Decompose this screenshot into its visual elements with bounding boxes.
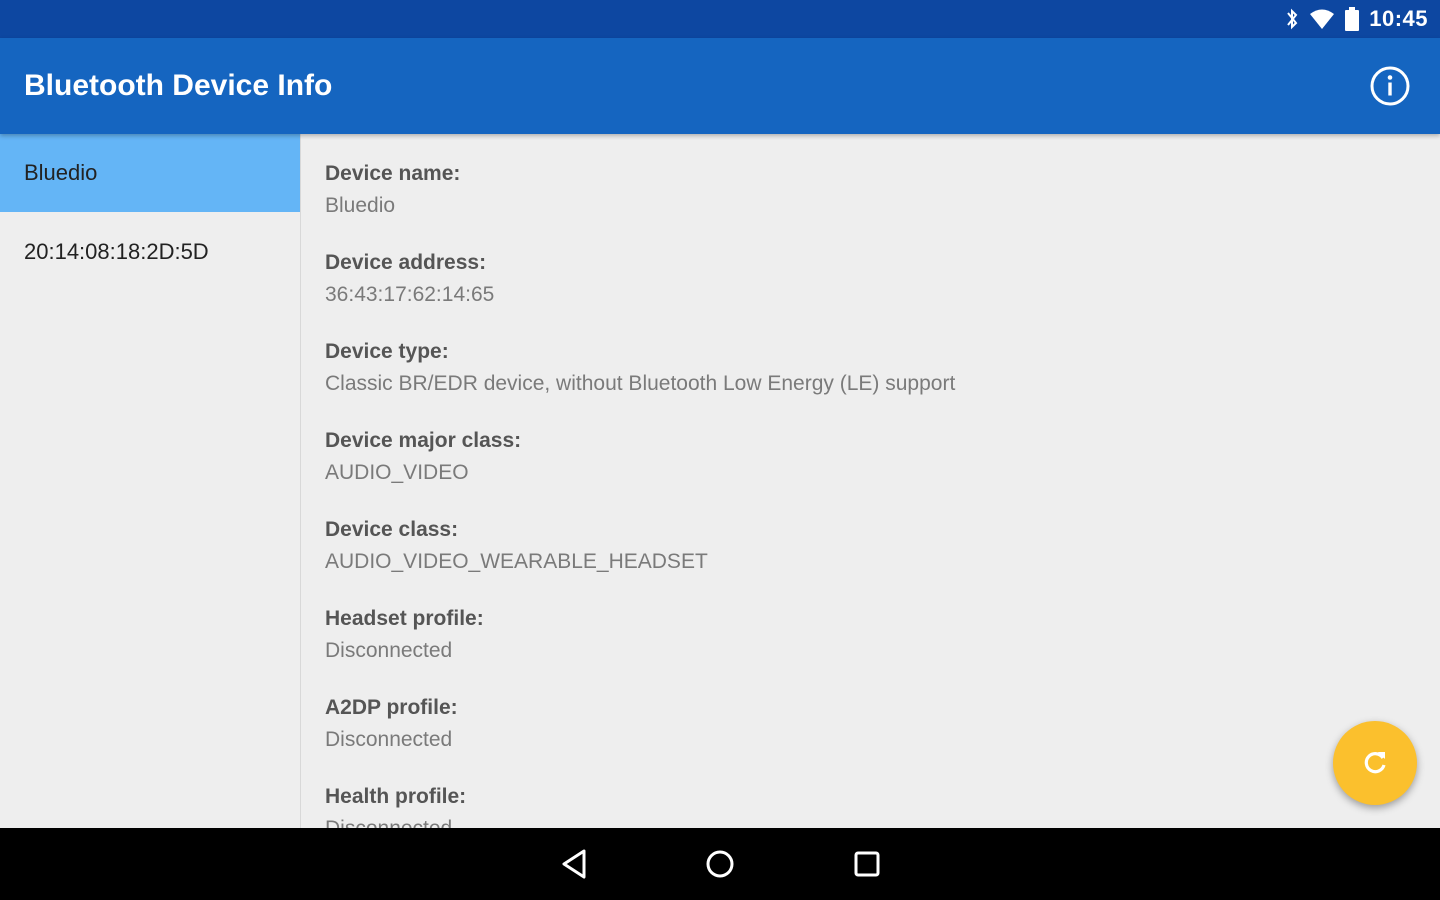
refresh-icon — [1364, 752, 1386, 774]
device-details: Device name: Bluedio Device address: 36:… — [301, 134, 1440, 828]
detail-device-major-class: Device major class: AUDIO_VIDEO — [325, 425, 521, 489]
detail-label: Health profile: — [325, 785, 467, 808]
detail-value: AUDIO_VIDEO_WEARABLE_HEADSET — [325, 550, 708, 573]
home-icon — [706, 850, 734, 878]
refresh-button[interactable] — [1333, 721, 1417, 805]
detail-value: 36:43:17:62:14:65 — [325, 283, 495, 306]
detail-value: Disconnected — [325, 813, 466, 828]
detail-label: Device address: — [325, 251, 487, 274]
detail-headset-profile: Headset profile: Disconnected — [325, 603, 484, 667]
detail-label: Headset profile: — [325, 607, 484, 630]
app-bar: Bluetooth Device Info — [0, 38, 1440, 134]
device-list-item-label: Bluedio — [24, 160, 98, 185]
device-list-item-address[interactable]: 20:14:08:18:2D:5D — [0, 212, 300, 292]
detail-value: Bluedio — [325, 194, 396, 217]
detail-health-profile: Health profile: Disconnected — [325, 781, 466, 828]
app-title: Bluetooth Device Info — [24, 69, 333, 102]
back-button[interactable] — [557, 846, 593, 882]
bluetooth-icon — [1287, 8, 1298, 30]
recents-icon — [854, 851, 880, 877]
detail-device-type: Device type: Classic BR/EDR device, with… — [325, 336, 955, 400]
detail-label: Device type: — [325, 340, 449, 363]
detail-a2dp-profile: A2DP profile: Disconnected — [325, 692, 458, 756]
clock: 10:45 — [1369, 6, 1428, 31]
detail-value: Disconnected — [325, 728, 453, 751]
back-icon — [562, 849, 586, 879]
detail-device-name: Device name: Bluedio — [325, 158, 460, 222]
detail-device-class: Device class: AUDIO_VIDEO_WEARABLE_HEADS… — [325, 514, 708, 578]
detail-label: A2DP profile: — [325, 696, 458, 719]
detail-label: Device name: — [325, 162, 461, 185]
detail-value: Disconnected — [325, 639, 453, 662]
battery-icon — [1345, 7, 1360, 31]
detail-value: Classic BR/EDR device, without Bluetooth… — [325, 372, 956, 395]
recents-button[interactable] — [849, 846, 885, 882]
status-bar: 10:45 — [0, 0, 1440, 38]
wifi-icon — [1310, 9, 1335, 29]
detail-label: Device class: — [325, 518, 459, 541]
device-list-item-label: 20:14:08:18:2D:5D — [24, 239, 209, 264]
detail-device-address: Device address: 36:43:17:62:14:65 — [325, 247, 494, 311]
device-list: Bluedio 20:14:08:18:2D:5D — [0, 134, 301, 828]
navigation-bar — [0, 828, 1440, 900]
home-button[interactable] — [702, 846, 738, 882]
detail-value: AUDIO_VIDEO — [325, 461, 469, 484]
device-list-item-bluedio[interactable]: Bluedio — [0, 134, 300, 212]
info-button[interactable] — [1368, 64, 1412, 108]
detail-label: Device major class: — [325, 429, 522, 452]
status-icons: 10:45 — [1285, 0, 1428, 38]
info-icon — [1370, 66, 1410, 106]
